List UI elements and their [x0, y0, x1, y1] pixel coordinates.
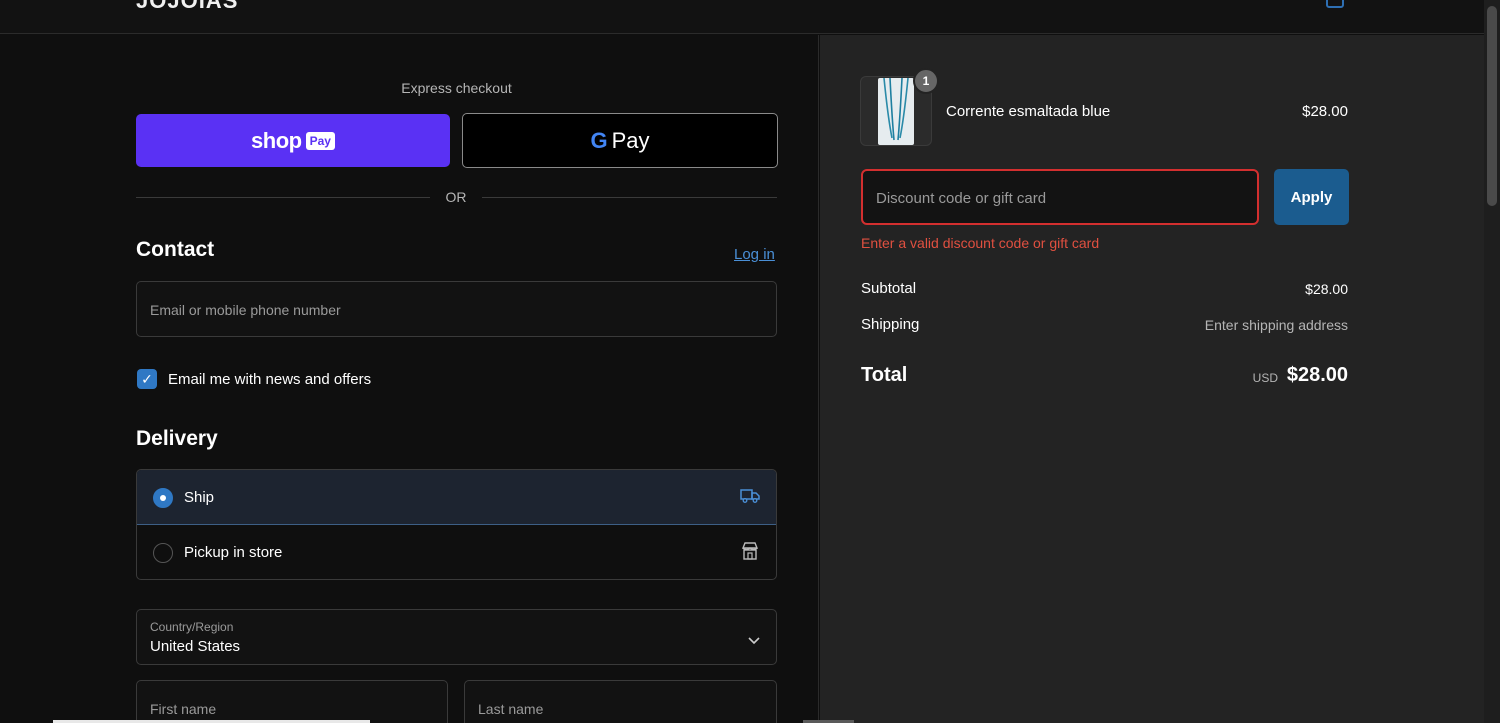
- top-bar: JOJOIAS: [0, 0, 1484, 34]
- first-name-field[interactable]: First name: [136, 680, 448, 723]
- truck-icon: [740, 486, 760, 506]
- shop-pay-button[interactable]: shop Pay: [136, 114, 450, 167]
- shipping-label: Shipping: [861, 316, 920, 333]
- total-label: Total: [861, 364, 908, 386]
- cart-icon[interactable]: [1326, 0, 1344, 8]
- express-checkout-title: Express checkout: [401, 80, 512, 96]
- total-currency: USD: [1252, 371, 1278, 385]
- delivery-heading: Delivery: [136, 427, 218, 450]
- email-field[interactable]: Email or mobile phone number: [136, 281, 777, 337]
- shop-pay-badge: Pay: [305, 131, 335, 150]
- country-select[interactable]: Country/Region United States: [136, 609, 777, 665]
- ship-label: Ship: [184, 489, 215, 506]
- country-value: United States: [150, 638, 241, 655]
- discount-placeholder: Discount code or gift card: [876, 190, 1047, 207]
- delivery-option-ship[interactable]: Ship: [137, 470, 776, 525]
- or-divider: OR: [136, 188, 777, 206]
- delivery-option-pickup[interactable]: Pickup in store: [137, 525, 776, 579]
- chevron-down-icon: [748, 632, 760, 650]
- last-name-field[interactable]: Last name: [464, 680, 777, 723]
- store-logo[interactable]: JOJOIAS: [136, 0, 238, 14]
- first-name-placeholder: First name: [150, 701, 217, 717]
- checkmark-icon: ✓: [141, 370, 153, 387]
- newsletter-label[interactable]: Email me with news and offers: [168, 371, 371, 388]
- country-label: Country/Region: [150, 620, 234, 634]
- apply-button[interactable]: Apply: [1274, 169, 1349, 225]
- pickup-radio[interactable]: [153, 543, 173, 563]
- total-value: $28.00: [1286, 364, 1348, 386]
- google-g-icon: G: [590, 127, 608, 153]
- delivery-options: Ship Pickup in store: [136, 469, 777, 580]
- product-image: [878, 77, 914, 145]
- page-scrollbar[interactable]: [1484, 0, 1500, 723]
- shipping-value: Enter shipping address: [1204, 317, 1348, 333]
- scrollbar-thumb[interactable]: [1487, 6, 1497, 206]
- last-name-placeholder: Last name: [478, 701, 544, 717]
- login-link[interactable]: Log in: [734, 246, 775, 263]
- contact-heading: Contact: [136, 238, 215, 261]
- email-placeholder: Email or mobile phone number: [150, 302, 341, 318]
- subtotal-label: Subtotal: [861, 280, 917, 297]
- product-price: $28.00: [1302, 103, 1348, 120]
- divider-line-left: [136, 197, 430, 198]
- or-label: OR: [445, 189, 467, 205]
- order-summary: 1 Corrente esmaltada blue $28.00 Discoun…: [820, 35, 1484, 723]
- discount-error-message: Enter a valid discount code or gift card: [861, 235, 1100, 251]
- quantity-badge: 1: [913, 68, 939, 94]
- product-name: Corrente esmaltada blue: [946, 103, 1111, 120]
- ship-radio[interactable]: [153, 488, 173, 508]
- shop-pay-logo-text: shop: [251, 127, 302, 153]
- subtotal-value: $28.00: [1305, 281, 1348, 297]
- google-pay-text: Pay: [611, 127, 650, 153]
- divider-line-right: [482, 197, 777, 198]
- discount-code-input[interactable]: Discount code or gift card: [861, 169, 1259, 225]
- store-icon: [740, 541, 760, 561]
- checkout-main: Express checkout shop Pay G Pay OR Conta…: [0, 35, 819, 723]
- newsletter-checkbox[interactable]: ✓: [137, 369, 157, 389]
- pickup-label: Pickup in store: [184, 544, 283, 561]
- google-pay-button[interactable]: G Pay: [462, 113, 778, 168]
